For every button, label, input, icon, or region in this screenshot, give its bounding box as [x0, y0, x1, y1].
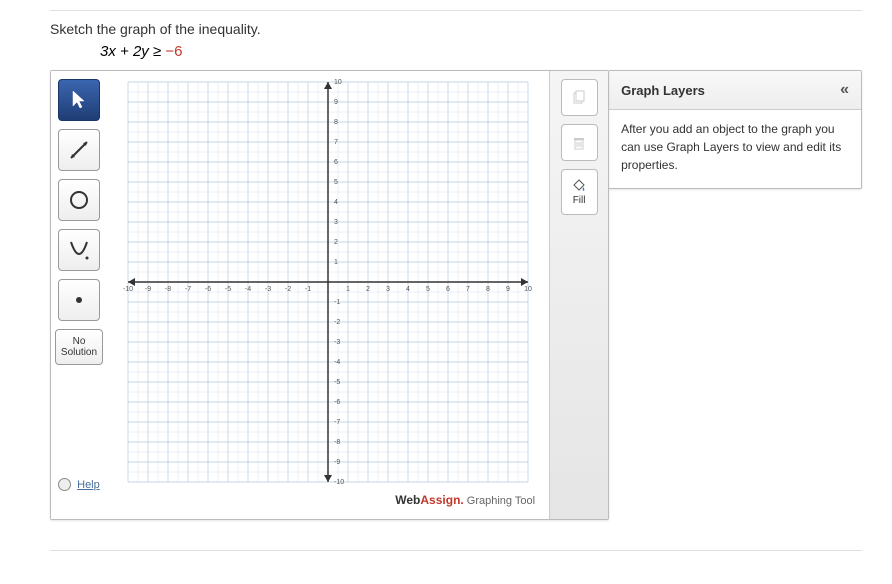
circle-tool[interactable] — [58, 179, 100, 221]
svg-text:-10: -10 — [334, 479, 344, 486]
svg-text:-2: -2 — [334, 319, 340, 326]
svg-text:10: 10 — [334, 79, 342, 86]
layers-body-text: After you add an object to the graph you… — [609, 110, 861, 188]
layers-title: Graph Layers — [621, 83, 705, 98]
svg-text:2: 2 — [334, 239, 338, 246]
right-toolbar: Fill — [549, 71, 608, 519]
svg-text:7: 7 — [466, 286, 470, 293]
svg-text:1: 1 — [346, 286, 350, 293]
copy-icon — [571, 90, 587, 106]
cursor-icon — [71, 90, 87, 110]
branding-label: WebAssign. Graphing Tool — [395, 487, 549, 513]
point-tool[interactable] — [58, 279, 100, 321]
svg-text:-8: -8 — [165, 286, 171, 293]
svg-text:-3: -3 — [265, 286, 271, 293]
parabola-tool[interactable] — [58, 229, 100, 271]
svg-text:1: 1 — [334, 259, 338, 266]
svg-text:3: 3 — [386, 286, 390, 293]
circle-icon — [67, 188, 91, 212]
svg-text:-6: -6 — [205, 286, 211, 293]
svg-text:-1: -1 — [334, 299, 340, 306]
svg-text:6: 6 — [334, 159, 338, 166]
line-tool[interactable] — [58, 129, 100, 171]
svg-text:-8: -8 — [334, 439, 340, 446]
svg-text:8: 8 — [486, 286, 490, 293]
copy-button[interactable] — [561, 79, 598, 116]
svg-text:4: 4 — [406, 286, 410, 293]
left-toolbar: No Solution Help — [51, 71, 107, 519]
svg-text:-5: -5 — [225, 286, 231, 293]
svg-text:5: 5 — [426, 286, 430, 293]
svg-text:-4: -4 — [334, 359, 340, 366]
inequality-expression: 3x + 2y ≥ −6 — [100, 43, 862, 60]
svg-text:-10: -10 — [123, 286, 133, 293]
svg-text:-5: -5 — [334, 379, 340, 386]
svg-text:9: 9 — [506, 286, 510, 293]
svg-text:4: 4 — [334, 199, 338, 206]
svg-text:-2: -2 — [285, 286, 291, 293]
svg-text:10: 10 — [524, 286, 532, 293]
delete-button[interactable] — [561, 124, 598, 161]
coordinate-grid[interactable]: -10 -9 -8 -7 -6 -5 -4 -3 -2 -1 1 2 3 4 5 6 7 8 9 10 -10 -9 -8 -… — [123, 77, 533, 487]
problem-prompt: Sketch the graph of the inequality. — [50, 21, 862, 37]
parabola-icon — [67, 238, 91, 262]
point-icon — [67, 288, 91, 312]
svg-text:-6: -6 — [334, 399, 340, 406]
pointer-tool[interactable] — [58, 79, 100, 121]
fill-button[interactable]: Fill — [561, 169, 598, 215]
help-link[interactable]: Help — [58, 475, 100, 511]
graph-canvas-area: -10 -9 -8 -7 -6 -5 -4 -3 -2 -1 1 2 3 4 5 6 7 8 9 10 -10 -9 -8 -… — [107, 71, 549, 519]
line-icon — [67, 138, 91, 162]
graphing-tool-panel: No Solution Help -10 -9 -8 -7 -6 -5 -4 -3 -2 -1 1 2… — [50, 70, 609, 520]
svg-text:-7: -7 — [185, 286, 191, 293]
svg-text:5: 5 — [334, 179, 338, 186]
svg-text:9: 9 — [334, 99, 338, 106]
svg-text:-3: -3 — [334, 339, 340, 346]
svg-text:-1: -1 — [305, 286, 311, 293]
svg-text:3: 3 — [334, 219, 338, 226]
svg-text:2: 2 — [366, 286, 370, 293]
no-solution-button[interactable]: No Solution — [55, 329, 103, 365]
svg-text:7: 7 — [334, 139, 338, 146]
graph-layers-panel: Graph Layers « After you add an object t… — [609, 70, 862, 189]
collapse-button[interactable]: « — [840, 81, 849, 99]
svg-text:6: 6 — [446, 286, 450, 293]
svg-text:8: 8 — [334, 119, 338, 126]
svg-text:-4: -4 — [245, 286, 251, 293]
svg-text:-9: -9 — [334, 459, 340, 466]
svg-text:-9: -9 — [145, 286, 151, 293]
svg-text:-7: -7 — [334, 419, 340, 426]
bucket-icon — [571, 179, 587, 195]
trash-icon — [571, 135, 587, 151]
